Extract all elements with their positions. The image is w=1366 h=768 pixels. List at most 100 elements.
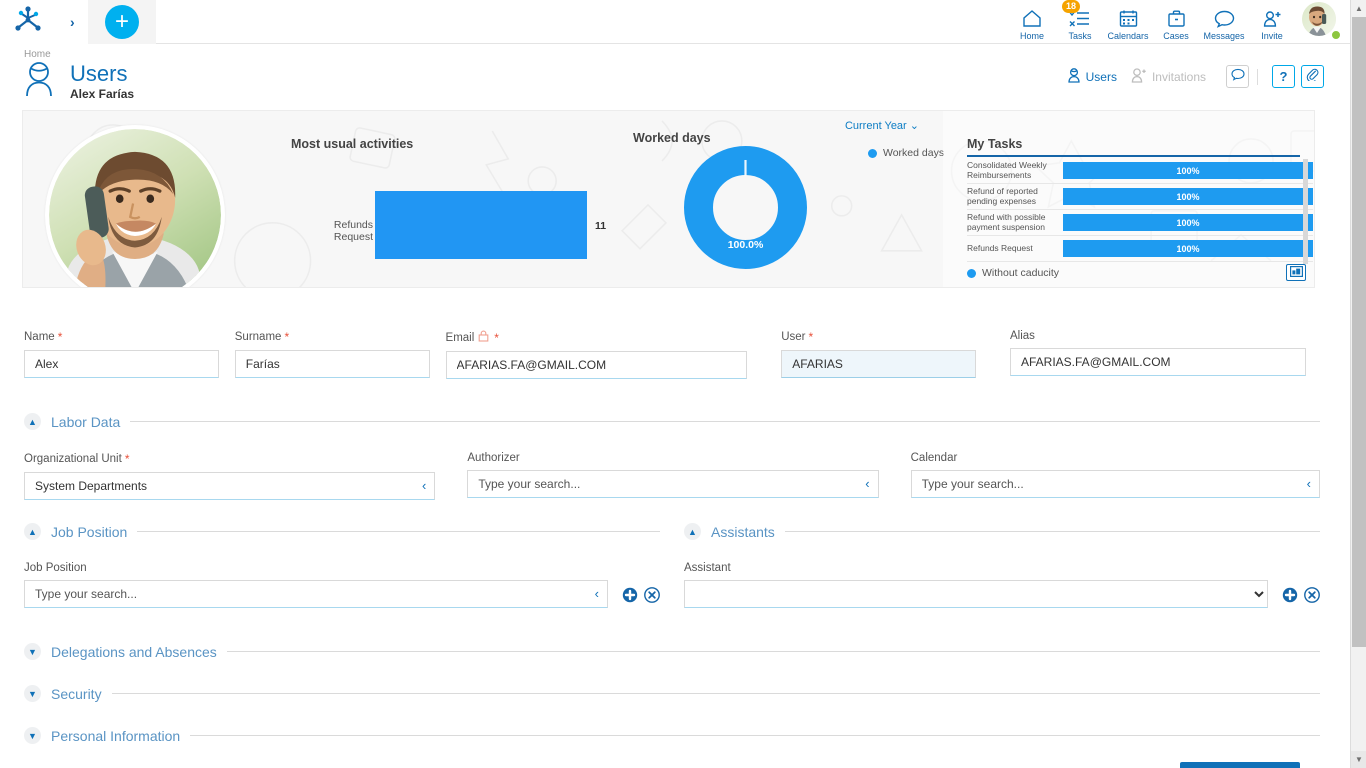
attachments-button[interactable] xyxy=(1301,65,1324,88)
job-position-input[interactable] xyxy=(24,580,608,608)
chevron-left-icon[interactable]: ‹ xyxy=(595,586,599,602)
nav-label-tasks: Tasks xyxy=(1068,31,1091,41)
bizagi-logo-icon[interactable] xyxy=(13,6,43,37)
home-icon xyxy=(1022,9,1042,29)
tab-users[interactable]: Users xyxy=(1067,68,1117,86)
chevron-down-icon[interactable]: ▼ xyxy=(24,685,41,702)
nav-item-tasks[interactable]: 18 Tasks xyxy=(1056,0,1104,44)
create-new-button[interactable]: + xyxy=(105,5,139,39)
chevron-left-icon[interactable]: ‹ xyxy=(422,478,426,494)
donut-widget-title: Worked days xyxy=(633,131,711,145)
chevron-up-icon[interactable]: ▲ xyxy=(684,523,701,540)
help-button[interactable]: ? xyxy=(1272,65,1295,88)
tab-invitations[interactable]: Invitations xyxy=(1131,68,1206,86)
label-calendar: Calendar xyxy=(911,452,1320,464)
section-delegations-and-absences: ▼ Delegations and Absences xyxy=(24,643,1320,660)
my-tasks-divider xyxy=(967,155,1300,157)
calendar-search-wrap: ‹ xyxy=(911,470,1320,498)
add-job-position-button[interactable] xyxy=(622,587,638,603)
briefcase-icon xyxy=(1167,9,1186,29)
sidebar-expand-icon[interactable]: › xyxy=(70,15,75,29)
change-image-button[interactable] xyxy=(1286,264,1306,281)
label-user-text: User xyxy=(781,331,805,343)
breadcrumb[interactable]: Home xyxy=(24,49,51,60)
alias-input[interactable] xyxy=(1010,348,1306,376)
label-alias-text: Alias xyxy=(1010,330,1035,342)
assistants-header[interactable]: ▲ Assistants xyxy=(684,523,1320,540)
nav-item-home[interactable]: Home xyxy=(1008,0,1056,44)
remove-job-position-button[interactable] xyxy=(644,587,660,603)
my-tasks-legend-label: Without caducity xyxy=(982,267,1059,279)
chevron-up-icon[interactable]: ▲ xyxy=(24,523,41,540)
my-tasks-scrollbar[interactable] xyxy=(1303,159,1308,264)
chevron-left-icon[interactable]: ‹ xyxy=(1307,476,1311,492)
calendar-input[interactable] xyxy=(911,470,1320,498)
chevron-down-icon[interactable]: ▼ xyxy=(24,643,41,660)
delegations-header[interactable]: ▼ Delegations and Absences xyxy=(24,643,1320,660)
field-organizational-unit: Organizational Unit * ‹ xyxy=(24,452,435,500)
tab-users-label: Users xyxy=(1086,70,1117,84)
surname-input[interactable] xyxy=(235,350,430,378)
remove-assistant-button[interactable] xyxy=(1304,587,1320,603)
labor-data-fields: Organizational Unit * ‹ Authorizer ‹ xyxy=(24,452,1320,500)
user-input[interactable] xyxy=(781,350,976,378)
label-name-text: Name xyxy=(24,331,55,343)
scroll-up-icon[interactable]: ▲ xyxy=(1351,0,1366,17)
delegations-title: Delegations and Absences xyxy=(51,644,217,660)
nav-item-calendars[interactable]: Calendars xyxy=(1104,0,1152,44)
label-email: Email * xyxy=(446,330,748,345)
task-name: Refund with possible payment suspension xyxy=(967,213,1063,232)
job-position-header[interactable]: ▲ Job Position xyxy=(24,523,660,540)
label-alias: Alias xyxy=(1010,330,1306,342)
chevron-left-icon[interactable]: ‹ xyxy=(865,476,869,492)
org-unit-search-wrap: ‹ xyxy=(24,472,435,500)
labor-data-header[interactable]: ▲ Labor Data xyxy=(24,413,1320,430)
field-calendar: Calendar ‹ xyxy=(911,452,1320,500)
job-position-title: Job Position xyxy=(51,524,127,540)
table-row[interactable]: Refund of reported pending expenses 100% xyxy=(967,184,1313,210)
email-input[interactable] xyxy=(446,351,748,379)
authorizer-input[interactable] xyxy=(467,470,878,498)
assistant-field-row: Assistant xyxy=(684,562,1320,608)
tab-invitations-label: Invitations xyxy=(1152,70,1206,84)
my-tasks-legend: Without caducity xyxy=(967,267,1059,279)
security-header[interactable]: ▼ Security xyxy=(24,685,1320,702)
tasks-badge-count: 18 xyxy=(1062,0,1080,13)
assistant-select[interactable] xyxy=(684,580,1268,608)
nav-label-invite: Invite xyxy=(1261,31,1283,41)
name-input[interactable] xyxy=(24,350,219,378)
bar-widget-title: Most usual activities xyxy=(291,137,413,151)
label-user: User * xyxy=(781,330,976,344)
period-filter-dropdown[interactable]: Current Year ⌄ xyxy=(845,119,919,132)
table-row[interactable]: Refunds Request 100% xyxy=(967,236,1313,262)
required-marker: * xyxy=(494,331,499,345)
save-button-partial[interactable] xyxy=(1180,762,1300,768)
scroll-down-icon[interactable]: ▼ xyxy=(1351,751,1366,768)
calendar-icon xyxy=(1119,9,1138,29)
required-marker: * xyxy=(809,330,814,344)
task-progress-bar: 100% xyxy=(1063,240,1313,257)
scrollbar-thumb[interactable] xyxy=(1352,17,1366,647)
nav-item-cases[interactable]: Cases xyxy=(1152,0,1200,44)
task-name: Refund of reported pending expenses xyxy=(967,187,1063,206)
comments-button[interactable] xyxy=(1226,65,1249,88)
add-assistant-button[interactable] xyxy=(1282,587,1298,603)
organizational-unit-input[interactable] xyxy=(24,472,435,500)
add-user-icon xyxy=(1262,9,1283,29)
legend-color-swatch xyxy=(967,269,976,278)
task-progress-track: 100% xyxy=(1063,214,1313,231)
table-row[interactable]: Consolidated Weekly Reimbursements 100% xyxy=(967,158,1313,184)
label-calendar-text: Calendar xyxy=(911,452,958,464)
chevron-up-icon[interactable]: ▲ xyxy=(24,413,41,430)
personal-information-header[interactable]: ▼ Personal Information xyxy=(24,727,1320,744)
labor-data-title: Labor Data xyxy=(51,414,120,430)
page-scrollbar[interactable]: ▲ ▼ xyxy=(1350,0,1366,768)
nav-item-messages[interactable]: Messages xyxy=(1200,0,1248,44)
section-assistants: ▲ Assistants Assistant xyxy=(684,523,1320,608)
field-job-position: Job Position ‹ xyxy=(24,562,608,608)
table-row[interactable]: Refund with possible payment suspension … xyxy=(967,210,1313,236)
label-job-position-text: Job Position xyxy=(24,562,87,574)
user-avatar-menu[interactable] xyxy=(1302,2,1342,42)
nav-item-invite[interactable]: Invite xyxy=(1248,0,1296,44)
chevron-down-icon[interactable]: ▼ xyxy=(24,727,41,744)
